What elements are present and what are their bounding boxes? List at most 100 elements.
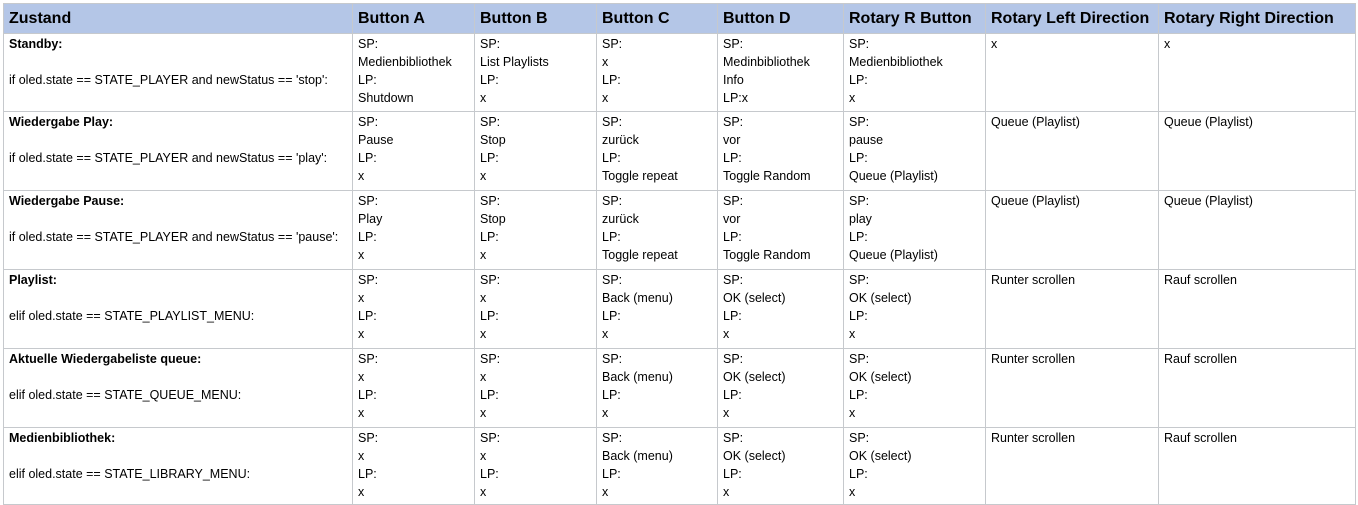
cell-line: SP: bbox=[480, 194, 501, 208]
cell-line: LP: bbox=[723, 151, 742, 165]
cell-line: LP: bbox=[602, 230, 621, 244]
cell-line: x bbox=[480, 370, 487, 384]
header-rotary-right-direction: Rotary Right Direction bbox=[1158, 3, 1356, 34]
table-row: Wiedergabe Play: if oled.state == STATE_P… bbox=[3, 111, 1356, 191]
cell-line: SP: bbox=[723, 273, 744, 287]
rotary-r-button-cell: SP: OK (select) LP: x bbox=[843, 348, 986, 428]
cell-line: x bbox=[358, 370, 365, 384]
rotary-left-direction-cell: Runter scrollen bbox=[985, 269, 1159, 349]
cell-line: SP: bbox=[849, 431, 870, 445]
cell-line: Queue (Playlist) bbox=[991, 194, 1080, 208]
button-c-cell: SP: Back (menu) LP: x bbox=[596, 269, 718, 349]
cell-line: Queue (Playlist) bbox=[1164, 115, 1253, 129]
cell-line: OK (select) bbox=[723, 370, 786, 384]
cell-line: SP: bbox=[723, 352, 744, 366]
cell-line: LP: bbox=[602, 467, 621, 481]
cell-line: SP: bbox=[723, 115, 744, 129]
state-condition: elif oled.state == STATE_LIBRARY_MENU: bbox=[9, 467, 251, 481]
cell-line: Rauf scrollen bbox=[1164, 352, 1237, 366]
cell-line: play bbox=[849, 212, 872, 226]
header-row: Zustand Button A Button B Button C Butto… bbox=[3, 3, 1356, 34]
cell-line: x bbox=[480, 406, 487, 420]
cell-line: SP: bbox=[358, 431, 379, 445]
cell-line: Pause bbox=[358, 133, 394, 147]
rotary-right-direction-cell: Rauf scrollen bbox=[1158, 427, 1356, 505]
button-a-cell: SP: x LP: x bbox=[352, 427, 475, 505]
state-title: Standby: bbox=[9, 37, 63, 51]
cell-line: LP: bbox=[849, 309, 868, 323]
button-d-cell: SP: OK (select) LP: x bbox=[717, 427, 844, 505]
cell-line: Toggle repeat bbox=[602, 169, 678, 183]
header-rotary-left-direction: Rotary Left Direction bbox=[985, 3, 1159, 34]
cell-line: SP: bbox=[358, 115, 379, 129]
cell-line: SP: bbox=[602, 431, 623, 445]
cell-line: Back (menu) bbox=[602, 449, 673, 463]
cell-line: LP: bbox=[849, 467, 868, 481]
cell-line: SP: bbox=[602, 37, 623, 51]
cell-line: Queue (Playlist) bbox=[1164, 194, 1253, 208]
cell-line: LP: bbox=[480, 73, 499, 87]
cell-line: LP: bbox=[480, 230, 499, 244]
button-b-cell: SP: List Playlists LP: x bbox=[474, 33, 597, 112]
cell-line: LP: bbox=[723, 309, 742, 323]
cell-line: SP: bbox=[358, 194, 379, 208]
cell-line: x bbox=[358, 449, 365, 463]
state-condition: elif oled.state == STATE_PLAYLIST_MENU: bbox=[9, 309, 255, 323]
button-c-cell: SP: Back (menu) LP: x bbox=[596, 348, 718, 428]
cell-line: SP: bbox=[358, 352, 379, 366]
cell-line: SP: bbox=[480, 115, 501, 129]
button-c-cell: SP: zurück LP: Toggle repeat bbox=[596, 111, 718, 191]
cell-line: LP: bbox=[602, 151, 621, 165]
rotary-r-button-cell: SP: pause LP: Queue (Playlist) bbox=[843, 111, 986, 191]
cell-line: Runter scrollen bbox=[991, 352, 1076, 366]
button-d-cell: SP: Medinbibliothek Info LP:x bbox=[717, 33, 844, 112]
button-b-cell: SP: Stop LP: x bbox=[474, 111, 597, 191]
cell-line: Stop bbox=[480, 133, 506, 147]
cell-line: LP: bbox=[602, 309, 621, 323]
cell-line: LP: bbox=[480, 151, 499, 165]
cell-line: Info bbox=[723, 73, 744, 87]
cell-line: x bbox=[849, 406, 856, 420]
cell-line: SP: bbox=[480, 431, 501, 445]
header-button-d: Button D bbox=[717, 3, 844, 34]
cell-line: x bbox=[602, 327, 609, 341]
cell-line: x bbox=[358, 406, 365, 420]
state-condition: elif oled.state == STATE_QUEUE_MENU: bbox=[9, 388, 242, 402]
state-condition: if oled.state == STATE_PLAYER and newSta… bbox=[9, 151, 328, 165]
cell-line: x bbox=[849, 91, 856, 105]
cell-line: OK (select) bbox=[723, 291, 786, 305]
cell-line: OK (select) bbox=[849, 291, 912, 305]
cell-line: x bbox=[849, 485, 856, 499]
table-row: Wiedergabe Pause: if oled.state == STATE_… bbox=[3, 190, 1356, 270]
cell-line: OK (select) bbox=[849, 370, 912, 384]
state-title: Wiedergabe Pause: bbox=[9, 194, 125, 208]
cell-line: x bbox=[480, 291, 487, 305]
header-button-c: Button C bbox=[596, 3, 718, 34]
cell-line: LP: bbox=[358, 73, 377, 87]
state-button-table: Zustand Button A Button B Button C Butto… bbox=[3, 3, 1356, 505]
cell-line: x bbox=[602, 55, 609, 69]
cell-line: Play bbox=[358, 212, 383, 226]
rotary-left-direction-cell: Runter scrollen bbox=[985, 427, 1159, 505]
cell-line: SP: bbox=[849, 194, 870, 208]
state-cell: Aktuelle Wiedergabeliste queue: elif oled… bbox=[3, 348, 353, 428]
cell-line: x bbox=[358, 485, 365, 499]
header-zustand: Zustand bbox=[3, 3, 353, 34]
state-condition: if oled.state == STATE_PLAYER and newSta… bbox=[9, 230, 339, 244]
cell-line: x bbox=[480, 485, 487, 499]
rotary-left-direction-cell: x bbox=[985, 33, 1159, 112]
cell-line: SP: bbox=[358, 273, 379, 287]
button-d-cell: SP: vor LP: Toggle Random bbox=[717, 111, 844, 191]
button-b-cell: SP: x LP: x bbox=[474, 269, 597, 349]
cell-line: SP: bbox=[480, 273, 501, 287]
state-title: Medienbibliothek: bbox=[9, 431, 116, 445]
button-c-cell: SP: x LP: x bbox=[596, 33, 718, 112]
cell-line: x bbox=[991, 37, 998, 51]
cell-line: Stop bbox=[480, 212, 506, 226]
cell-line: LP: bbox=[480, 309, 499, 323]
cell-line: SP: bbox=[849, 352, 870, 366]
cell-line: x bbox=[602, 406, 609, 420]
